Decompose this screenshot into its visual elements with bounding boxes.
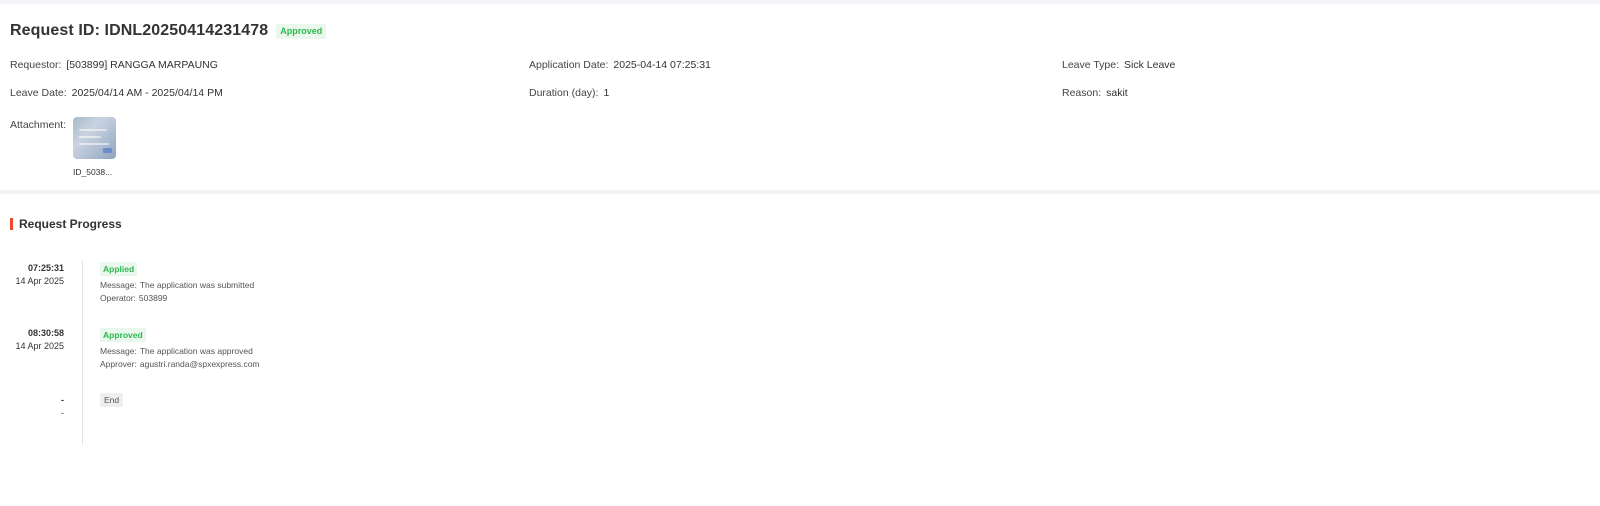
step-time: 07:25:31 bbox=[27, 263, 64, 273]
step-date: 14 Apr 2025 bbox=[15, 276, 64, 286]
reason-field: Reason: sakit bbox=[1062, 87, 1128, 99]
actor-value: 503899 bbox=[138, 292, 168, 303]
step-actor: Operator: 503899 bbox=[100, 292, 254, 305]
timeline-line bbox=[82, 261, 83, 445]
step-date: 14 Apr 2025 bbox=[15, 341, 64, 351]
message-value: The application was approved bbox=[139, 346, 253, 356]
actor-label: Approver: bbox=[100, 358, 137, 369]
request-detail-card: Request ID: IDNL20250414231478 Approved … bbox=[0, 4, 1600, 190]
step-status-badge: End bbox=[100, 393, 124, 407]
message-label: Message: bbox=[100, 280, 137, 290]
step-details: Message: The application was approved App… bbox=[100, 345, 260, 370]
duration-field: Duration (day): 1 bbox=[529, 87, 609, 99]
requestor-field: Requestor: [503899] RANGGA MARPAUNG bbox=[10, 59, 218, 71]
attachment-thumbnail[interactable] bbox=[73, 117, 116, 159]
request-progress-card: Request Progress 07:25:31 14 Apr 2025 Ap… bbox=[0, 194, 1600, 506]
title-row: Request ID: IDNL20250414231478 Approved bbox=[10, 22, 327, 40]
leave-type-value: Sick Leave bbox=[1124, 59, 1176, 71]
message-label: Message: bbox=[100, 346, 137, 356]
actor-label: Operator: bbox=[100, 292, 136, 303]
thumbnail-chip bbox=[103, 148, 112, 153]
duration-label: Duration (day): bbox=[529, 87, 599, 99]
requestor-value: [503899] RANGGA MARPAUNG bbox=[66, 59, 218, 71]
leave-type-field: Leave Type: Sick Leave bbox=[1062, 59, 1175, 71]
step-status-badge: Applied bbox=[100, 262, 138, 276]
thumbnail-line bbox=[79, 143, 109, 145]
application-date-label: Application Date: bbox=[529, 59, 609, 71]
attachment-label: Attachment: bbox=[10, 119, 67, 131]
attachment-filename[interactable]: ID_5038... bbox=[73, 167, 112, 177]
duration-value: 1 bbox=[603, 87, 610, 99]
message-value: The application was submitted bbox=[139, 280, 255, 290]
application-date-value: 2025-04-14 07:25:31 bbox=[613, 59, 711, 71]
leave-date-field: Leave Date: 2025/04/14 AM - 2025/04/14 PM bbox=[10, 87, 223, 99]
step-date: - bbox=[61, 408, 64, 418]
thumbnail-line bbox=[79, 136, 101, 138]
step-message: Message: The application was submitted bbox=[100, 279, 254, 292]
step-actor: Approver: agustri.randa@spxexpress.com bbox=[100, 358, 260, 371]
step-details: Message: The application was submitted Op… bbox=[100, 279, 254, 304]
requestor-label: Requestor: bbox=[10, 59, 62, 71]
application-date-field: Application Date: 2025-04-14 07:25:31 bbox=[529, 59, 711, 71]
status-badge: Approved bbox=[276, 23, 327, 39]
timeline-time: 07:25:31 14 Apr 2025 bbox=[8, 262, 64, 288]
thumbnail-line bbox=[79, 129, 107, 131]
timeline-time: 08:30:58 14 Apr 2025 bbox=[8, 327, 64, 353]
section-accent-bar bbox=[10, 218, 13, 230]
timeline-time: - - bbox=[8, 394, 64, 420]
page-title: Request ID: IDNL20250414231478 bbox=[10, 22, 269, 39]
reason-value: sakit bbox=[1106, 87, 1128, 99]
step-time: 08:30:58 bbox=[27, 328, 64, 338]
leave-type-label: Leave Type: bbox=[1062, 59, 1120, 71]
leave-date-label: Leave Date: bbox=[10, 87, 67, 99]
leave-date-value: 2025/04/14 AM - 2025/04/14 PM bbox=[71, 87, 223, 99]
step-status-badge: Approved bbox=[100, 328, 146, 342]
actor-value: agustri.randa@spxexpress.com bbox=[139, 358, 260, 369]
reason-label: Reason: bbox=[1062, 87, 1102, 99]
section-title-text: Request Progress bbox=[19, 217, 122, 231]
step-time: - bbox=[61, 395, 64, 405]
step-message: Message: The application was approved bbox=[100, 345, 260, 358]
section-title: Request Progress bbox=[10, 217, 122, 231]
